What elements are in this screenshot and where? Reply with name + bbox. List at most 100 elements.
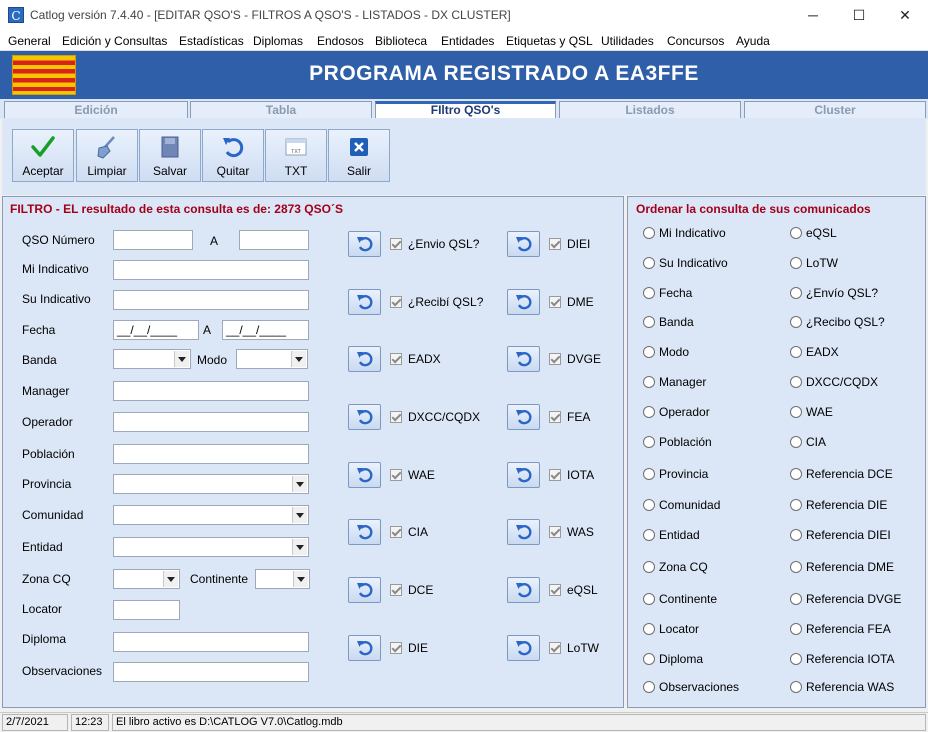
- tab-cluster[interactable]: Cluster: [744, 101, 926, 118]
- checkbox-right-1[interactable]: [549, 296, 561, 308]
- sort-radio-col1-3[interactable]: [643, 316, 655, 328]
- sort-radio-col2-12[interactable]: [790, 593, 802, 605]
- sort-radio-col2-3[interactable]: [790, 316, 802, 328]
- checkbox-right-2[interactable]: [549, 353, 561, 365]
- menu-edicion[interactable]: Edición y Consultas: [62, 34, 167, 48]
- banda-select[interactable]: [113, 349, 191, 369]
- sort-radio-col2-7[interactable]: [790, 436, 802, 448]
- sort-radio-col2-8[interactable]: [790, 468, 802, 480]
- txt-button[interactable]: TXT TXT: [265, 129, 327, 182]
- reset-right-7-button[interactable]: [507, 635, 540, 661]
- sort-radio-col2-11[interactable]: [790, 561, 802, 573]
- sort-radio-col1-6[interactable]: [643, 406, 655, 418]
- fecha-from-input[interactable]: __/__/____: [113, 320, 199, 340]
- reset-left-1-button[interactable]: [348, 289, 381, 315]
- menu-etiquetas[interactable]: Etiquetas y QSL: [506, 34, 593, 48]
- chevron-down-icon[interactable]: [292, 539, 307, 555]
- qso-to-input[interactable]: [239, 230, 309, 250]
- sort-radio-col1-0[interactable]: [643, 227, 655, 239]
- operador-input[interactable]: [113, 412, 309, 432]
- checkbox-left-1[interactable]: [390, 296, 402, 308]
- sort-radio-col1-4[interactable]: [643, 346, 655, 358]
- sort-radio-col2-6[interactable]: [790, 406, 802, 418]
- chevron-down-icon[interactable]: [293, 571, 308, 587]
- sort-radio-col1-10[interactable]: [643, 529, 655, 541]
- manager-input[interactable]: [113, 381, 309, 401]
- diploma-input[interactable]: [113, 632, 309, 652]
- sort-radio-col2-13[interactable]: [790, 623, 802, 635]
- menu-ayuda[interactable]: Ayuda: [736, 34, 770, 48]
- menu-diplomas[interactable]: Diplomas: [253, 34, 303, 48]
- exit-button[interactable]: Salir: [328, 129, 390, 182]
- save-button[interactable]: Salvar: [139, 129, 201, 182]
- chevron-down-icon[interactable]: [292, 476, 307, 492]
- menu-estadisticas[interactable]: Estadísticas: [179, 34, 244, 48]
- checkbox-left-2[interactable]: [390, 353, 402, 365]
- zona-cq-select[interactable]: [113, 569, 180, 589]
- checkbox-right-3[interactable]: [549, 411, 561, 423]
- chevron-down-icon[interactable]: [163, 571, 178, 587]
- sort-radio-col2-5[interactable]: [790, 376, 802, 388]
- sort-radio-col1-2[interactable]: [643, 287, 655, 299]
- entidad-select[interactable]: [113, 537, 309, 557]
- checkbox-left-4[interactable]: [390, 469, 402, 481]
- checkbox-right-7[interactable]: [549, 642, 561, 654]
- sort-radio-col1-11[interactable]: [643, 561, 655, 573]
- checkbox-left-3[interactable]: [390, 411, 402, 423]
- sort-radio-col2-15[interactable]: [790, 681, 802, 693]
- sort-radio-col1-1[interactable]: [643, 257, 655, 269]
- sort-radio-col1-15[interactable]: [643, 681, 655, 693]
- provincia-select[interactable]: [113, 474, 309, 494]
- sort-radio-col1-9[interactable]: [643, 499, 655, 511]
- menu-concursos[interactable]: Concursos: [667, 34, 724, 48]
- menu-biblioteca[interactable]: Biblioteca: [375, 34, 427, 48]
- chevron-down-icon[interactable]: [174, 351, 189, 367]
- reset-left-4-button[interactable]: [348, 462, 381, 488]
- checkbox-right-4[interactable]: [549, 469, 561, 481]
- checkbox-left-6[interactable]: [390, 584, 402, 596]
- checkbox-right-0[interactable]: [549, 238, 561, 250]
- su-indicativo-input[interactable]: [113, 290, 309, 310]
- checkbox-left-0[interactable]: [390, 238, 402, 250]
- sort-radio-col1-5[interactable]: [643, 376, 655, 388]
- remove-button[interactable]: Quitar: [202, 129, 264, 182]
- checkbox-right-6[interactable]: [549, 584, 561, 596]
- menu-utilidades[interactable]: Utilidades: [601, 34, 654, 48]
- mi-indicativo-input[interactable]: [113, 260, 309, 280]
- sort-radio-col1-12[interactable]: [643, 593, 655, 605]
- clear-button[interactable]: Limpiar: [76, 129, 138, 182]
- sort-radio-col1-7[interactable]: [643, 436, 655, 448]
- reset-left-3-button[interactable]: [348, 404, 381, 430]
- menu-general[interactable]: General: [8, 34, 51, 48]
- reset-left-6-button[interactable]: [348, 577, 381, 603]
- reset-right-0-button[interactable]: [507, 231, 540, 257]
- tab-listados[interactable]: Listados: [559, 101, 741, 118]
- modo-select[interactable]: [236, 349, 308, 369]
- sort-radio-col2-4[interactable]: [790, 346, 802, 358]
- sort-radio-col1-14[interactable]: [643, 653, 655, 665]
- sort-radio-col2-2[interactable]: [790, 287, 802, 299]
- checkbox-right-5[interactable]: [549, 526, 561, 538]
- menu-entidades[interactable]: Entidades: [441, 34, 494, 48]
- sort-radio-col2-1[interactable]: [790, 257, 802, 269]
- reset-right-5-button[interactable]: [507, 519, 540, 545]
- tab-filtro[interactable]: FIltro QSO's: [375, 101, 556, 118]
- qso-from-input[interactable]: [113, 230, 193, 250]
- sort-radio-col2-9[interactable]: [790, 499, 802, 511]
- chevron-down-icon[interactable]: [292, 507, 307, 523]
- reset-right-1-button[interactable]: [507, 289, 540, 315]
- sort-radio-col2-10[interactable]: [790, 529, 802, 541]
- comunidad-select[interactable]: [113, 505, 309, 525]
- sort-radio-col2-0[interactable]: [790, 227, 802, 239]
- reset-left-0-button[interactable]: [348, 231, 381, 257]
- reset-left-7-button[interactable]: [348, 635, 381, 661]
- chevron-down-icon[interactable]: [291, 351, 306, 367]
- reset-right-4-button[interactable]: [507, 462, 540, 488]
- reset-right-3-button[interactable]: [507, 404, 540, 430]
- observaciones-input[interactable]: [113, 662, 309, 682]
- accept-button[interactable]: Aceptar: [12, 129, 74, 182]
- checkbox-left-5[interactable]: [390, 526, 402, 538]
- fecha-to-input[interactable]: __/__/____: [222, 320, 309, 340]
- sort-radio-col1-8[interactable]: [643, 468, 655, 480]
- tab-edicion[interactable]: Edición: [4, 101, 188, 118]
